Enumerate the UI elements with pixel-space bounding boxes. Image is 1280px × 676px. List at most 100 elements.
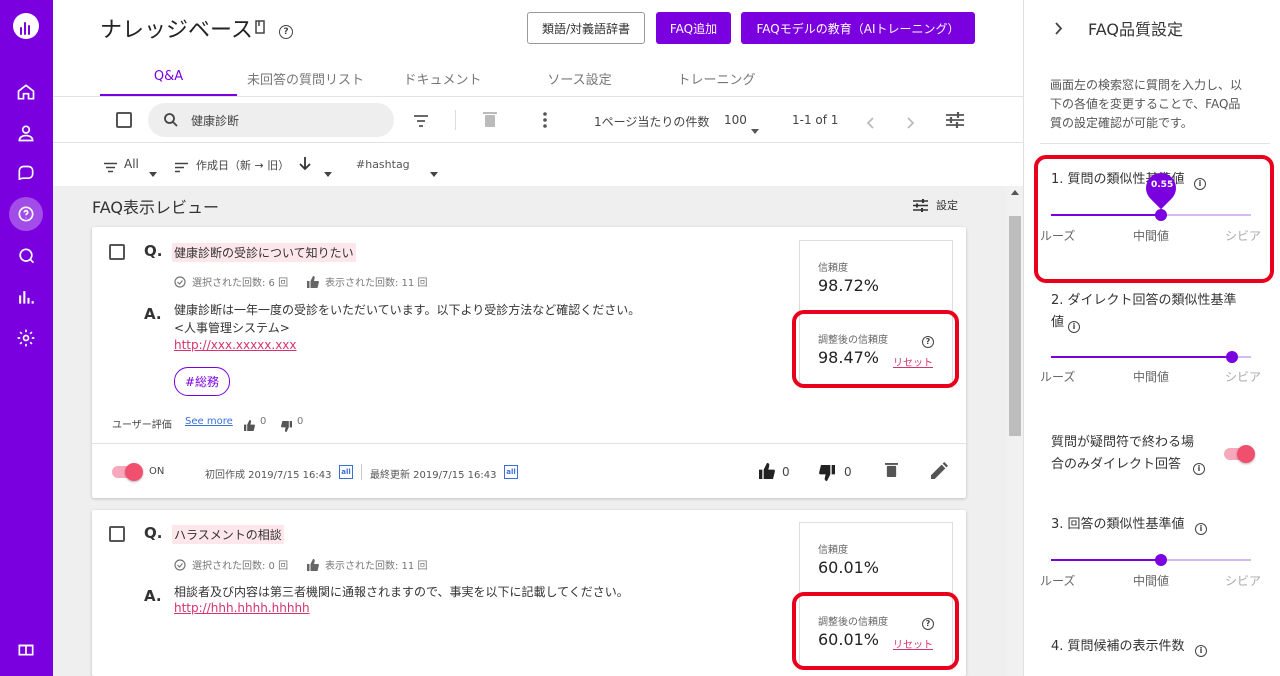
review-title: FAQ表示レビュー (92, 198, 219, 217)
dislike-icon[interactable] (819, 465, 835, 485)
slider2-title-2: 値 (1051, 315, 1065, 330)
toolbar-divider-line (53, 142, 1023, 143)
tab-unanswered[interactable]: 未回答の質問リスト (237, 60, 374, 96)
tab-qa[interactable]: Q&A (100, 60, 237, 96)
hashtag-dropdown-icon[interactable] (430, 162, 438, 181)
slider3-track[interactable] (1051, 559, 1161, 561)
answer-line-1: 健康診断は一年一度の受診をいただいています。以下より受診方法など確認ください。 (174, 303, 641, 317)
more-vert-icon[interactable] (542, 112, 548, 132)
chat-bubbles-icon[interactable] (14, 162, 38, 186)
all-filter-select[interactable]: All (124, 157, 139, 171)
updated-all-badge: all (504, 465, 518, 479)
next-page-icon[interactable] (907, 114, 915, 133)
slider3-track-rest[interactable] (1161, 559, 1251, 561)
updated-date: 最終更新 2019/7/15 16:43 (370, 470, 497, 481)
hashtag-chip[interactable]: #総務 (174, 367, 231, 396)
collapse-panel-icon[interactable] (1055, 20, 1063, 39)
faq-card-checkbox[interactable] (109, 244, 125, 260)
tab-training[interactable]: トレーニング (648, 60, 785, 96)
adjusted-confidence-value: 98.47% (818, 348, 880, 367)
slider1-track-rest[interactable] (1161, 214, 1251, 216)
analytics-icon[interactable] (14, 285, 38, 309)
slider2-title-1: 2. ダイレクト回答の類似性基準 (1051, 293, 1237, 308)
delete-icon[interactable] (483, 111, 497, 132)
check-circle-icon (174, 556, 186, 575)
faq-icon[interactable] (9, 197, 43, 231)
thumbs-up-icon (307, 556, 319, 575)
sort-direction-icon[interactable] (299, 156, 311, 175)
slider2-info-icon[interactable]: i (1068, 316, 1080, 335)
slider2-knob[interactable] (1226, 351, 1238, 363)
adjusted-help-icon[interactable]: ? (922, 331, 934, 350)
settings-gear-icon[interactable] (14, 326, 38, 350)
scrollbar-thumb[interactable] (1009, 216, 1021, 436)
per-page-label: 1ページ当たりの件数 (594, 115, 710, 129)
question-mark-toggle-text-1: 質問が疑問符で終わる場 (1051, 435, 1195, 450)
app-logo-icon[interactable] (13, 13, 39, 39)
select-all-checkbox[interactable] (116, 112, 132, 128)
confidence-value: 60.01% (818, 558, 880, 577)
sort-icon (175, 158, 188, 177)
toggle-info-icon[interactable]: i (1193, 458, 1205, 477)
answer-line-1: 相談者及び内容は第三者機関に通報されますので、事実を以下に記載してください。 (174, 585, 629, 599)
search-chat-icon[interactable] (14, 244, 38, 268)
see-more-link[interactable]: See more (185, 416, 233, 427)
publish-toggle-knob[interactable] (125, 463, 143, 481)
adjusted-confidence-label: 調整後の信頼度 (818, 617, 888, 628)
filter-icon[interactable] (413, 113, 429, 132)
like-icon[interactable] (759, 463, 775, 483)
scroll-up-icon[interactable] (1011, 190, 1019, 195)
review-settings-icon[interactable] (913, 197, 928, 216)
search-input-value: 健康診断 (191, 114, 240, 128)
tab-source-settings[interactable]: ソース設定 (511, 60, 648, 96)
slider1-value: 0.55 (1151, 180, 1174, 190)
prev-page-icon[interactable] (866, 114, 874, 133)
review-settings-label[interactable]: 設定 (936, 197, 958, 213)
question-text[interactable]: 健康診断の受診について知りたい (172, 243, 356, 262)
user-rating-label: ユーザー評価 (112, 420, 172, 431)
toolbar-divider (455, 110, 456, 130)
scrollbar[interactable] (1007, 186, 1023, 676)
slider3-knob[interactable] (1155, 554, 1167, 566)
home-icon[interactable] (14, 80, 38, 104)
per-page-select[interactable]: 100 (724, 113, 747, 127)
confidence-label: 信頼度 (818, 263, 848, 274)
per-page-dropdown-icon[interactable] (751, 119, 759, 138)
add-faq-button[interactable]: FAQ追加 (656, 12, 731, 44)
train-faq-model-button[interactable]: FAQモデルの教育（AIトレーニング） (741, 12, 975, 44)
all-filter-dropdown-icon[interactable] (149, 162, 157, 181)
adjusted-help-icon[interactable]: ? (922, 613, 934, 632)
reset-link[interactable]: リセット (893, 636, 933, 651)
help-icon[interactable]: ? (279, 21, 293, 40)
synonym-dictionary-button[interactable]: 類語/対義語辞書 (527, 12, 645, 44)
slider1-track[interactable] (1051, 214, 1161, 216)
slider2-track[interactable] (1051, 356, 1232, 358)
rating-down-count: 0 (297, 416, 304, 427)
faq-card-checkbox[interactable] (109, 526, 125, 542)
answer-link[interactable]: http://hhh.hhhh.hhhhh (174, 601, 310, 615)
card-delete-icon[interactable] (885, 462, 898, 482)
search-input[interactable] (148, 103, 394, 137)
reset-link[interactable]: リセット (893, 354, 933, 369)
slider1-knob[interactable] (1155, 209, 1167, 221)
hashtag-filter-select[interactable]: #hashtag (356, 158, 410, 171)
edit-pencil-icon[interactable] (931, 462, 948, 483)
slider3-info-icon[interactable]: i (1195, 518, 1207, 537)
shown-count: 表示された回数: 11 回 (325, 561, 428, 572)
all-filter-icon (104, 158, 117, 177)
confidence-label: 信頼度 (818, 545, 848, 556)
candidate-count-info-icon[interactable]: i (1195, 640, 1207, 659)
bookmark-icon[interactable] (254, 20, 266, 38)
question-text[interactable]: ハラスメントの相談 (172, 525, 284, 544)
slider1-info-icon[interactable]: i (1194, 173, 1206, 192)
sort-dropdown-icon[interactable] (324, 162, 332, 181)
confidence-value: 98.72% (818, 276, 880, 295)
tab-documents[interactable]: ドキュメント (374, 60, 511, 96)
gift-icon[interactable] (14, 636, 38, 660)
direct-answer-toggle-knob[interactable] (1237, 445, 1255, 463)
page-title: ナレッジベース (100, 18, 253, 43)
user-icon[interactable] (14, 121, 38, 145)
answer-link[interactable]: http://xxx.xxxxx.xxx (174, 338, 297, 352)
column-settings-icon[interactable] (946, 112, 964, 132)
sort-select[interactable]: 作成日（新 → 旧） (196, 157, 289, 173)
